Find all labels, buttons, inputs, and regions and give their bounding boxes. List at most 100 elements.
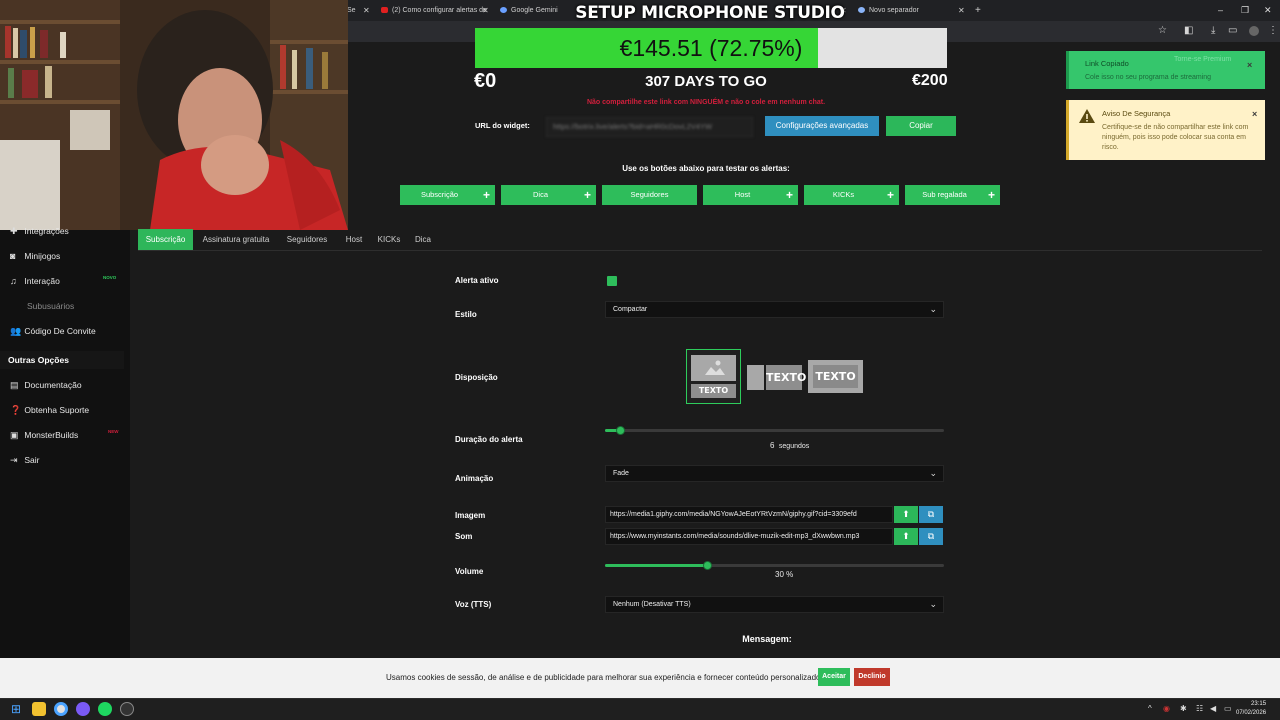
upload-sound-button[interactable]: ⬆	[894, 528, 918, 545]
puzzle-icon: ✚	[10, 226, 18, 236]
test-subscription-button[interactable]: Subscrição +	[400, 185, 495, 205]
test-host-button[interactable]: Host +	[703, 185, 798, 205]
layout-option-side[interactable]: TEXTO	[746, 362, 806, 390]
button-label: Dica	[532, 190, 548, 199]
tray-bluetooth-icon[interactable]: ✱	[1180, 704, 1187, 713]
close-window-button[interactable]: ✕	[1264, 0, 1272, 20]
tab-free-sub[interactable]: Assinatura gratuita	[196, 229, 276, 250]
close-icon[interactable]: ×	[1247, 60, 1252, 70]
premium-link[interactable]: Torne-se Premium	[1174, 56, 1231, 63]
sidebar-item-label: Minijogos	[24, 251, 61, 261]
browser-tab-youtube[interactable]: (2) Como configurar alertas de	[381, 3, 493, 19]
tab-subscription[interactable]: Subscrição	[138, 229, 193, 250]
sound-url-input[interactable]: https://www.myinstants.com/media/sounds/…	[605, 528, 893, 545]
plus-icon: +	[583, 188, 591, 202]
accept-cookies-button[interactable]: Aceitar	[818, 668, 850, 686]
star-icon[interactable]: ☆	[1158, 25, 1167, 36]
sidebar-item-invite-code[interactable]: 👥 Código De Convite	[10, 323, 96, 339]
security-notice: Não compartilhe este link com NINGUÉM e …	[586, 99, 826, 106]
widget-url-input[interactable]: https://botrix.live/alerts?bid=aHR0cDovL…	[546, 117, 753, 137]
image-placeholder-icon	[747, 365, 764, 390]
gallery-icon: ⧉	[927, 531, 935, 541]
test-kicks-button[interactable]: KICKs +	[804, 185, 899, 205]
button-label: Host	[734, 190, 751, 199]
minimize-button[interactable]: –	[1218, 0, 1223, 20]
new-tab-button[interactable]: +	[975, 3, 985, 19]
sidebar-item-integrations[interactable]: ✚ Integrações	[10, 223, 69, 239]
book-icon: ▤	[10, 380, 19, 390]
tray-volume-icon[interactable]: ◀	[1210, 704, 1216, 713]
test-gifted-sub-button[interactable]: Sub regalada +	[905, 185, 1000, 205]
duration-slider[interactable]	[605, 426, 944, 435]
close-icon[interactable]: ×	[1252, 109, 1257, 119]
tray-chevron-icon[interactable]: ^	[1148, 704, 1152, 713]
layout-option-overlay[interactable]: TEXTO	[808, 360, 863, 393]
style-label: Estilo	[455, 310, 477, 319]
tray-battery-icon[interactable]: ▭	[1224, 704, 1232, 713]
layout-text-sample: TEXTO	[813, 365, 858, 388]
test-tip-button[interactable]: Dica +	[501, 185, 596, 205]
sidebar-item-logout[interactable]: ⇥ Sair	[10, 452, 40, 468]
sidebar-item-support[interactable]: ❓ Obtenha Suporte	[10, 402, 89, 418]
test-followers-button[interactable]: Seguidores	[602, 185, 697, 205]
sidebar-item-label: Integrações	[24, 226, 69, 236]
close-tab-icon[interactable]: ✕	[958, 3, 966, 19]
clock[interactable]: 23:15 07/02/2026	[1236, 700, 1266, 718]
layout-option-stacked[interactable]: TEXTO	[686, 349, 741, 404]
tray-network-icon[interactable]: ☷	[1196, 704, 1203, 713]
discord-icon[interactable]	[76, 702, 90, 716]
tab-followers[interactable]: Seguidores	[281, 229, 333, 250]
close-tab-icon[interactable]: ✕	[363, 3, 371, 19]
volume-slider-handle[interactable]	[702, 561, 712, 570]
volume-slider[interactable]	[605, 561, 944, 570]
download-icon[interactable]: ⤓	[1211, 25, 1215, 36]
sidebar-item-monsterbuilds[interactable]: ▣ MonsterBuilds	[10, 427, 78, 443]
tts-select[interactable]: Nenhum (Desativar TTS) ⌄	[605, 596, 944, 613]
advanced-settings-button[interactable]: Configurações avançadas	[765, 116, 879, 136]
gallery-image-button[interactable]: ⧉	[919, 506, 943, 523]
spotify-icon[interactable]	[98, 702, 112, 716]
upload-image-button[interactable]: ⬆	[894, 506, 918, 523]
logout-icon: ⇥	[10, 455, 18, 465]
profile-avatar[interactable]	[1249, 26, 1259, 36]
chevron-down-icon: ⌄	[929, 304, 937, 314]
obs-icon[interactable]	[120, 702, 134, 716]
image-label: Imagem	[455, 511, 486, 520]
tray-app-icon[interactable]: ◉	[1163, 704, 1170, 713]
plus-icon: +	[785, 188, 793, 202]
sidebar-item-minigames[interactable]: ◙ Minijogos	[10, 248, 60, 264]
browser-tab[interactable]: Se	[347, 3, 359, 19]
file-explorer-icon[interactable]	[32, 702, 46, 716]
toast-body: Cole isso no seu programa de streaming	[1085, 74, 1212, 81]
sidebar-toggle-icon[interactable]: ▭	[1228, 25, 1237, 36]
gallery-sound-button[interactable]: ⧉	[919, 528, 943, 545]
duration-number: 6	[770, 441, 775, 450]
tab-tip[interactable]: Dica	[409, 229, 437, 250]
extensions-icon[interactable]: ◧	[1184, 25, 1193, 36]
alert-active-checkbox[interactable]	[607, 276, 617, 286]
sound-label: Som	[455, 532, 473, 541]
settings-panel	[130, 222, 1280, 658]
goal-days-left: 307 DAYS TO GO	[645, 73, 767, 90]
decline-cookies-button[interactable]: Declinio	[854, 668, 890, 686]
tab-host[interactable]: Host	[338, 229, 370, 250]
music-icon: ♫	[10, 276, 17, 286]
maximize-button[interactable]: ❐	[1241, 0, 1249, 20]
sidebar-item-interaction[interactable]: ♫ Interação	[10, 273, 60, 289]
sidebar-item-docs[interactable]: ▤ Documentação	[10, 377, 82, 393]
image-url-input[interactable]: https://media1.giphy.com/media/NGYowAJeE…	[605, 506, 893, 523]
copy-button[interactable]: Copiar	[886, 116, 956, 136]
chrome-icon[interactable]	[54, 702, 68, 716]
sidebar-item-subusers[interactable]: Subusuários	[27, 298, 74, 314]
section-title: Outras Opções	[8, 355, 69, 365]
menu-icon[interactable]: ⋮	[1268, 25, 1278, 36]
users-icon: 👥	[10, 326, 22, 336]
new-badge: NEW	[108, 429, 119, 434]
style-select[interactable]: Compactar ⌄	[605, 301, 944, 318]
animation-select[interactable]: Fade ⌄	[605, 465, 944, 482]
widget-url-label: URL do widget:	[475, 121, 530, 130]
screen: Se ✕ (2) Como configurar alertas de ✕ Go…	[0, 0, 1280, 720]
tab-kicks[interactable]: KICKs	[373, 229, 405, 250]
windows-start-icon[interactable]: ⊞	[9, 702, 23, 716]
select-value: Compactar	[613, 306, 648, 313]
